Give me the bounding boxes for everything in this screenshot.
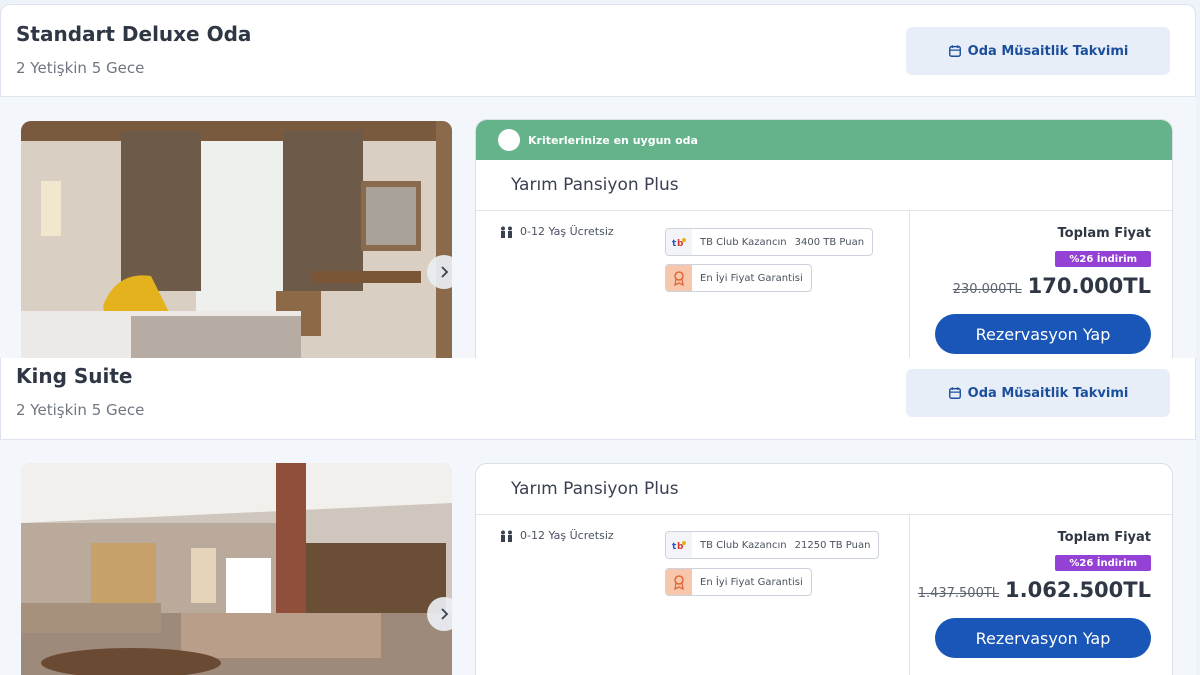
board-type: Yarım Pansiyon Plus [511,479,679,499]
room-header-standart-deluxe: Standart Deluxe Oda 2 Yetişkin 5 Gece Od… [0,4,1196,96]
kids-free-note: 0-12 Yaş Ücretsiz [499,529,614,542]
kids-free-note: 0-12 Yaş Ücretsiz [499,225,614,238]
price-row: 1.437.500TL 1.062.500TL [918,578,1151,602]
availability-calendar-button[interactable]: Oda Müsaitlik Takvimi [906,369,1170,417]
tb-club-points: 3400 TB Puan [794,236,865,248]
best-price-guarantee-text: En İyi Fiyat Garantisi [700,576,803,588]
old-price: 1.437.500TL [917,586,1000,601]
room-guests-nights: 2 Yetişkin 5 Gece [16,401,145,419]
old-price: 230.000TL [952,282,1022,297]
kids-free-text: 0-12 Yaş Ücretsiz [520,225,614,238]
tb-club-points: 21250 TB Puan [794,539,871,551]
discount-badge: %26 İndirim [1055,555,1151,571]
current-price: 170.000TL [1027,274,1151,298]
room-title: Standart Deluxe Oda [16,22,252,46]
availability-calendar-label: Oda Müsaitlik Takvimi [967,385,1129,401]
tb-club-points-chip: tb TB Club Kazancın 21250 TB Puan [665,531,880,559]
offer-card: Kriterlerinize en uygun oda Yarım Pansiy… [475,119,1173,379]
price-row: 230.000TL 170.000TL [953,274,1151,298]
tb-club-icon: tb [666,229,692,255]
children-icon [501,226,512,238]
banner-icon [498,129,520,151]
tb-club-icon: tb [666,532,692,558]
tb-club-text: TB Club Kazancın [700,539,787,551]
room-body-standart-deluxe: Kriterlerinize en uygun oda Yarım Pansiy… [0,96,1196,379]
room-photo-image [21,463,452,675]
best-match-banner: Kriterlerinize en uygun oda [476,120,1172,160]
calendar-icon [948,387,961,399]
availability-calendar-button[interactable]: Oda Müsaitlik Takvimi [906,27,1170,75]
board-type: Yarım Pansiyon Plus [511,175,679,195]
current-price: 1.062.500TL [1005,578,1151,602]
best-price-guarantee-chip: En İyi Fiyat Garantisi [665,568,812,596]
room-title: King Suite [16,364,133,388]
price-column: Toplam Fiyat %26 İndirim 1.437.500TL 1.0… [910,514,1172,675]
tb-club-points-chip: tb TB Club Kazancın 3400 TB Puan [665,228,874,256]
best-price-guarantee-chip: En İyi Fiyat Garantisi [665,264,812,292]
medal-icon [666,569,692,595]
room-guests-nights: 2 Yetişkin 5 Gece [16,59,145,77]
children-icon [501,530,512,542]
kids-free-text: 0-12 Yaş Ücretsiz [520,529,614,542]
room-body-king-suite: Yarım Pansiyon Plus 0-12 Yaş Ücretsiz tb… [0,439,1196,675]
room-photo[interactable] [21,463,452,675]
reservation-button[interactable]: Rezervasyon Yap [935,314,1151,354]
availability-calendar-label: Oda Müsaitlik Takvimi [967,43,1129,59]
room-photo-image [21,121,452,359]
calendar-icon [948,45,961,57]
medal-icon [666,265,692,291]
chevron-right-icon [441,608,449,620]
room-header-king-suite: King Suite 2 Yetişkin 5 Gece Oda Müsaitl… [0,358,1196,439]
tb-club-text: TB Club Kazancın [700,236,787,248]
reservation-button[interactable]: Rezervasyon Yap [935,618,1151,658]
total-price-label: Toplam Fiyat [1057,530,1151,545]
offer-card: Yarım Pansiyon Plus 0-12 Yaş Ücretsiz tb… [475,463,1173,675]
price-column: Toplam Fiyat %26 İndirim 230.000TL 170.0… [910,210,1172,378]
room-photo[interactable] [21,121,452,359]
chevron-right-icon [441,266,449,278]
discount-badge: %26 İndirim [1055,251,1151,267]
total-price-label: Toplam Fiyat [1057,226,1151,241]
best-price-guarantee-text: En İyi Fiyat Garantisi [700,272,803,284]
best-match-text: Kriterlerinize en uygun oda [528,133,698,147]
